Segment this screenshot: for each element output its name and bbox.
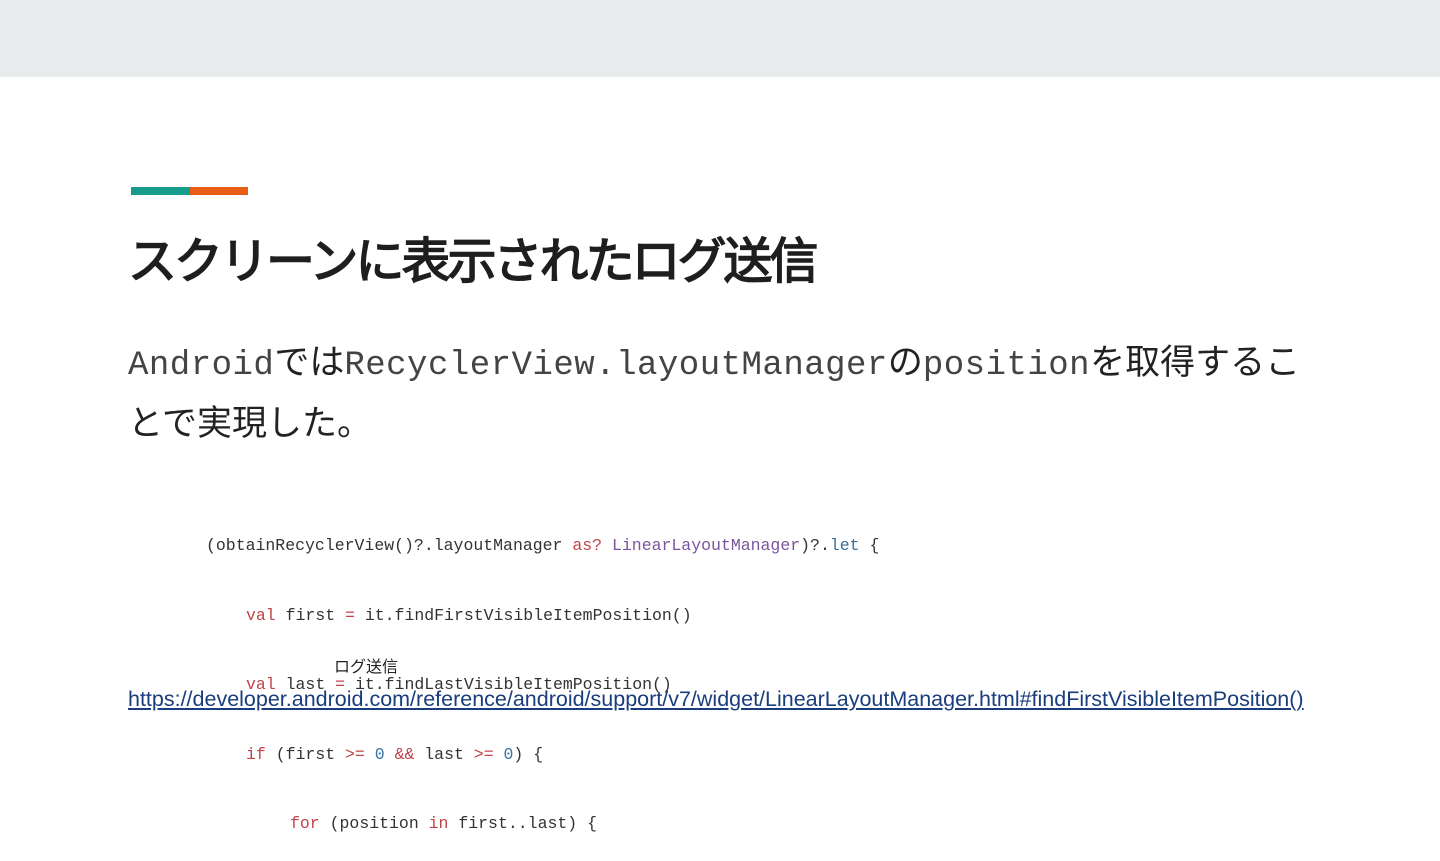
body-text-2: の	[887, 343, 923, 383]
code-function: let	[829, 536, 860, 555]
body-position-term: position	[922, 347, 1091, 385]
top-bar	[0, 0, 1440, 77]
code-token: (position	[319, 814, 429, 833]
code-token: last	[414, 744, 474, 764]
title-accent-orange	[190, 187, 248, 195]
slide-title: スクリーンに表示されたログ送信	[128, 233, 819, 290]
code-type: LinearLayoutManager	[612, 536, 801, 555]
code-line-5: for (position in first..last) {	[206, 810, 879, 842]
code-token: first	[275, 605, 346, 625]
reference-link[interactable]: https://developer.android.com/reference/…	[128, 681, 1313, 718]
code-operator: >=	[473, 744, 494, 764]
title-accent-teal	[131, 187, 190, 195]
code-block: (obtainRecyclerView()?.layoutManager as?…	[206, 494, 879, 861]
code-line-4: if (first >= 0 && last >= 0) {	[206, 741, 879, 773]
code-operator: =	[345, 605, 355, 625]
code-operator: &&	[394, 744, 415, 764]
code-line-1: (obtainRecyclerView()?.layoutManager as?…	[206, 532, 879, 564]
code-number: 0	[503, 744, 514, 764]
code-token: (obtainRecyclerView()?.layoutManager	[206, 536, 573, 555]
code-token: (first	[265, 744, 346, 764]
code-comment-log-send: ログ送信	[334, 657, 399, 676]
body-layoutmanager-term: RecyclerView.layoutManager	[344, 347, 888, 385]
code-line-2: val first = it.findFirstVisibleItemPosit…	[206, 602, 879, 634]
code-token: it.findFirstVisibleItemPosition()	[354, 605, 692, 625]
code-token: {	[859, 536, 880, 555]
code-token: first..last) {	[448, 814, 597, 833]
code-keyword: as?	[572, 536, 603, 555]
code-keyword: val	[246, 605, 276, 625]
slide-body-text: AndroidではRecyclerView.layoutManagerのposi…	[128, 334, 1318, 453]
body-text-1: では	[274, 343, 345, 383]
code-keyword: for	[290, 814, 320, 833]
code-keyword: in	[428, 814, 449, 833]
code-keyword: if	[246, 744, 266, 764]
body-android-term: Android	[128, 347, 275, 385]
code-token: ) {	[513, 744, 544, 764]
code-number: 0	[374, 744, 385, 764]
code-token: )?.	[800, 536, 830, 555]
code-operator: >=	[345, 744, 365, 764]
